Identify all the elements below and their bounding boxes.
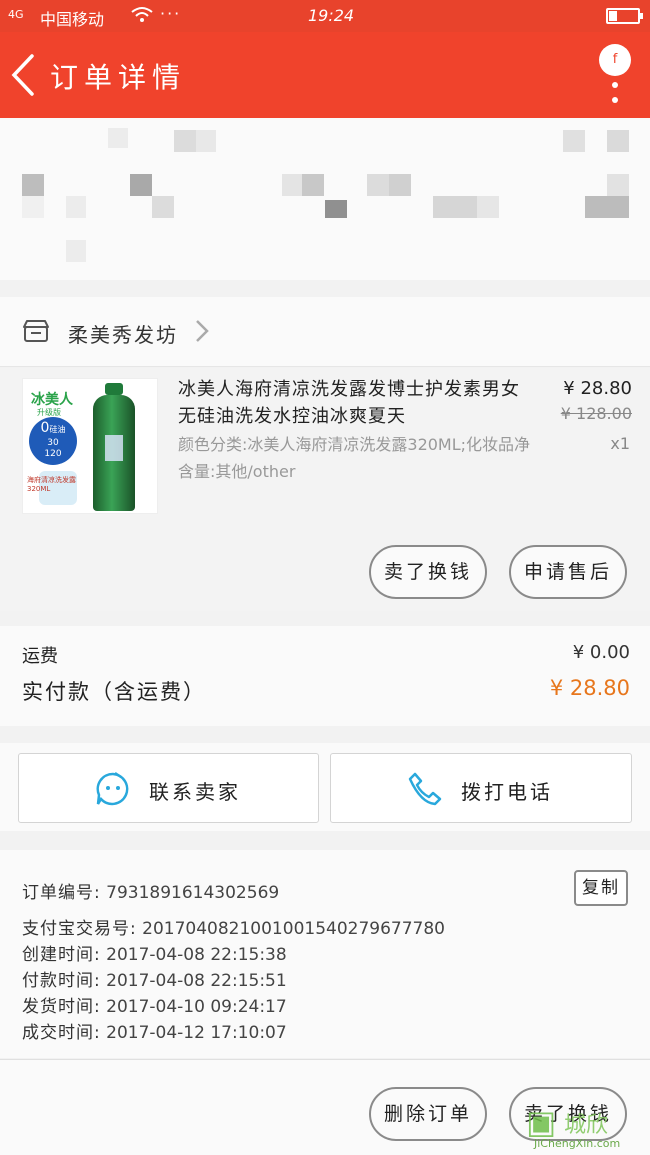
contact-seller-label: 联系卖家 <box>149 780 241 804</box>
shipped-label: 发货时间: <box>22 997 101 1017</box>
alipay-row: 支付宝交易号: 2017040821001001540279677780 <box>22 914 445 939</box>
chat-icon <box>96 771 129 806</box>
paid-time-row: 付款时间: 2017-04-08 22:15:51 <box>22 966 287 991</box>
product-quantity: x1 <box>610 434 630 453</box>
page-title: 订单详情 <box>50 61 187 94</box>
carrier-name: 中国移动 <box>40 10 105 29</box>
signal-indicator: 4G <box>8 8 24 21</box>
watermark-logo-icon: ▣ <box>526 1103 557 1141</box>
completed-value: 2017-04-12 17:10:07 <box>106 1023 287 1043</box>
order-number-row: 订单编号: 7931891614302569 <box>22 878 279 903</box>
paid-time-label: 付款时间: <box>22 971 101 991</box>
thumb-volume: 320ML <box>27 485 51 493</box>
order-number-label: 订单编号: <box>22 883 101 903</box>
bottle-cap <box>105 383 123 395</box>
created-value: 2017-04-08 22:15:38 <box>106 945 287 965</box>
back-button[interactable] <box>8 52 48 98</box>
order-number-value: 7931891614302569 <box>106 883 280 903</box>
product-sku: 颜色分类:冰美人海府清凉洗发露320ML;化妆品净含量:其他/other <box>178 435 531 481</box>
product-price: ¥ 28.80 <box>563 378 632 399</box>
order-info: 订单编号: 7931891614302569 复制 支付宝交易号: 201704… <box>0 850 650 1058</box>
alipay-label: 支付宝交易号: <box>22 919 137 939</box>
shipped-value: 2017-04-10 09:24:17 <box>106 997 287 1017</box>
status-bar: 4G 中国移动 ··· 19:24 <box>0 0 650 32</box>
menu-dot-icon <box>612 82 618 88</box>
call-label: 拨打电话 <box>461 780 553 804</box>
created-row: 创建时间: 2017-04-08 22:15:38 <box>22 940 287 965</box>
watermark: ▣ 城欣 JiChengXin.com <box>526 1103 644 1151</box>
shipping-value: ¥ 0.00 <box>572 642 630 663</box>
shipped-row: 发货时间: 2017-04-10 09:24:17 <box>22 992 287 1017</box>
delete-order-button[interactable]: 删除订单 <box>369 1087 487 1141</box>
phone-icon <box>408 772 442 806</box>
payment-summary: 运费 ¥ 0.00 实付款（含运费） ¥ 28.80 <box>0 626 650 726</box>
bottle-label <box>105 435 123 461</box>
order-item[interactable]: 冰美人 升级版 0硅油 30 120 海府清凉洗发露 320ML 冰美人海府清凉… <box>0 368 650 611</box>
watermark-brand: 城欣 <box>564 1113 609 1138</box>
after-sale-button[interactable]: 申请售后 <box>509 545 627 599</box>
more-status-icon: ··· <box>160 4 182 23</box>
paid-label: 实付款（含运费） <box>22 680 206 704</box>
copy-button[interactable]: 复制 <box>574 870 628 906</box>
watermark-url: JiChengXin.com <box>534 1137 621 1150</box>
store-icon <box>23 320 49 342</box>
clock: 19:24 <box>308 6 355 25</box>
wifi-icon <box>130 6 154 28</box>
nav-bar: 订单详情 f <box>0 32 650 118</box>
contact-seller-button[interactable]: 联系卖家 <box>18 753 319 823</box>
paid-value: ¥ 28.80 <box>549 676 630 700</box>
menu-dot-icon <box>612 97 618 103</box>
chevron-right-icon <box>196 320 209 342</box>
contact-section: 联系卖家 拨打电话 <box>0 743 650 831</box>
product-thumbnail[interactable]: 冰美人 升级版 0硅油 30 120 海府清凉洗发露 320ML <box>22 378 158 514</box>
completed-row: 成交时间: 2017-04-12 17:10:07 <box>22 1018 287 1043</box>
chevron-left-icon <box>11 54 34 96</box>
alipay-value: 2017040821001001540279677780 <box>142 919 445 939</box>
shop-header[interactable]: 柔美秀发坊 <box>0 297 650 367</box>
shipping-label: 运费 <box>22 646 58 667</box>
shop-name[interactable]: 柔美秀发坊 <box>68 319 178 348</box>
completed-label: 成交时间: <box>22 1023 101 1043</box>
paid-time-value: 2017-04-08 22:15:51 <box>106 971 287 991</box>
thumb-brand: 冰美人 <box>31 392 73 408</box>
battery-icon <box>606 8 643 24</box>
bottom-action-bar: 删除订单 卖了换钱 ▣ 城欣 JiChengXin.com <box>0 1059 650 1155</box>
notification-badge: f <box>599 44 631 76</box>
thumb-caption: 海府清凉洗发露 <box>27 476 76 484</box>
created-label: 创建时间: <box>22 945 101 965</box>
original-price: ¥ 128.00 <box>560 404 632 423</box>
thumb-badge: 0硅油 30 120 <box>29 417 77 465</box>
resell-button[interactable]: 卖了换钱 <box>369 545 487 599</box>
call-button[interactable]: 拨打电话 <box>330 753 632 823</box>
product-title[interactable]: 冰美人海府清凉洗发露发博士护发素男女无硅油洗发水控油冰爽夏天 <box>178 376 538 430</box>
address-section-redacted <box>0 118 650 280</box>
more-menu-button[interactable]: f <box>598 44 634 114</box>
